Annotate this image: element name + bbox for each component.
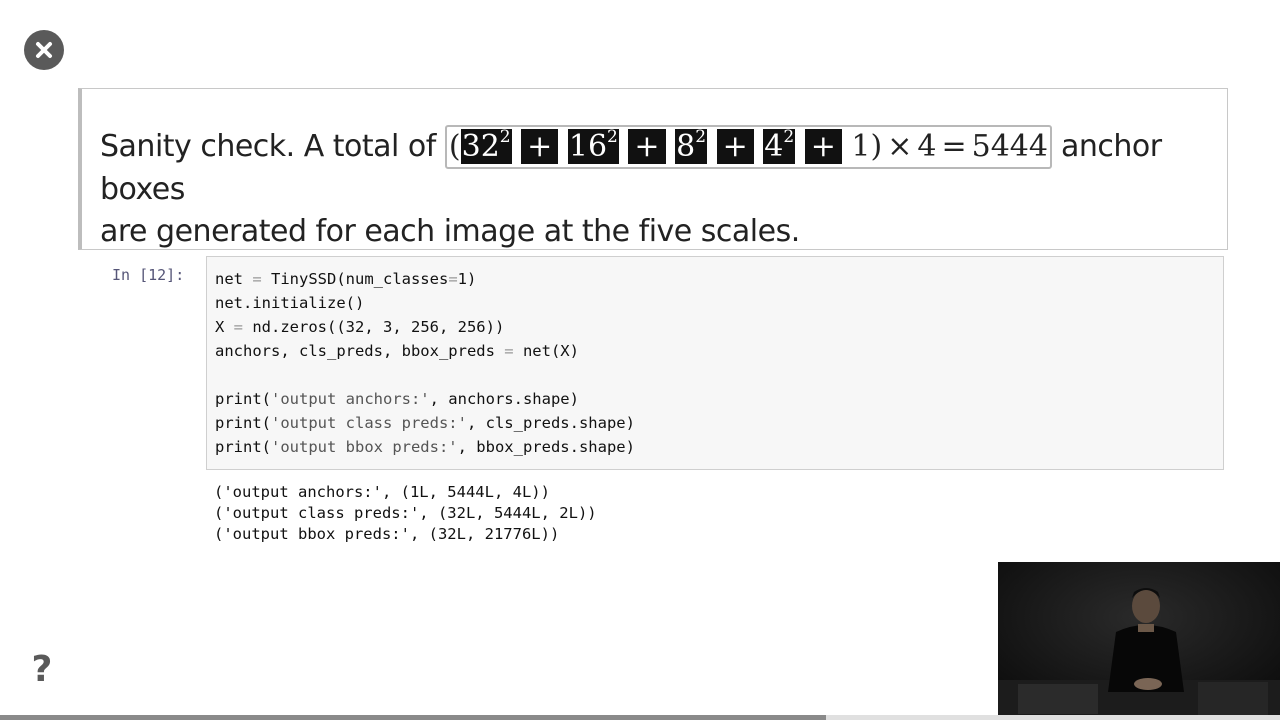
math-result: 5444 (971, 129, 1048, 164)
code-cell-output: ('output anchors:', (1L, 5444L, 4L)) ('o… (214, 482, 597, 545)
presenter-webcam-video (998, 562, 1280, 720)
math-term-1: 1 (851, 129, 871, 164)
math-plus: + (521, 129, 559, 164)
math-close-paren: ) (870, 129, 883, 164)
math-equals: = (941, 129, 967, 164)
math-term-32: 322 (460, 127, 512, 164)
code-line: anchors, cls_preds, bbox_preds = net(X) (215, 342, 579, 360)
output-line: ('output anchors:', (1L, 5444L, 4L)) (214, 483, 550, 501)
code-cell-prompt: In [12]: (112, 266, 185, 284)
code-line: print('output bbox preds:', bbox_preds.s… (215, 438, 635, 456)
close-button[interactable] (24, 30, 64, 70)
math-open-paren: ( (448, 129, 461, 164)
math-times: × (887, 129, 913, 164)
code-line: print('output anchors:', anchors.shape) (215, 390, 579, 408)
math-expression[interactable]: (322 + 162 + 82 + 42 + 1) × 4 = 5444 (444, 125, 1052, 169)
math-plus: + (716, 129, 754, 164)
markdown-cell[interactable]: Sanity check. A total of (322 + 162 + 82… (78, 88, 1228, 250)
math-term-4: 42 (763, 127, 796, 164)
math-term-16: 162 (567, 127, 619, 164)
code-line: print('output class preds:', cls_preds.s… (215, 414, 635, 432)
markdown-lead: Sanity check. A total of (100, 129, 445, 164)
math-plus: + (628, 129, 666, 164)
math-plus: + (804, 129, 842, 164)
code-line: net.initialize() (215, 294, 365, 312)
help-button[interactable]: ? (26, 650, 58, 690)
slide-stage: Sanity check. A total of (322 + 162 + 82… (0, 0, 1280, 720)
output-line: ('output class preds:', (32L, 5444L, 2L)… (214, 504, 597, 522)
playback-progress-bar[interactable] (0, 715, 1280, 720)
math-multiplier: 4 (917, 129, 937, 164)
markdown-text: Sanity check. A total of (322 + 162 + 82… (100, 125, 1220, 253)
code-cell-input[interactable]: net = TinySSD(num_classes=1) net.initial… (206, 256, 1224, 470)
code-lines: net = TinySSD(num_classes=1) net.initial… (215, 267, 635, 459)
close-icon (36, 42, 52, 58)
presenter-figure (998, 562, 1280, 720)
code-line: X = nd.zeros((32, 3, 256, 256)) (215, 318, 505, 336)
math-term-8: 82 (675, 127, 708, 164)
code-line: net = TinySSD(num_classes=1) (215, 270, 477, 288)
output-line: ('output bbox preds:', (32L, 21776L)) (214, 525, 560, 543)
markdown-line2: are generated for each image at the five… (100, 214, 800, 249)
playback-progress-fill (0, 715, 826, 720)
